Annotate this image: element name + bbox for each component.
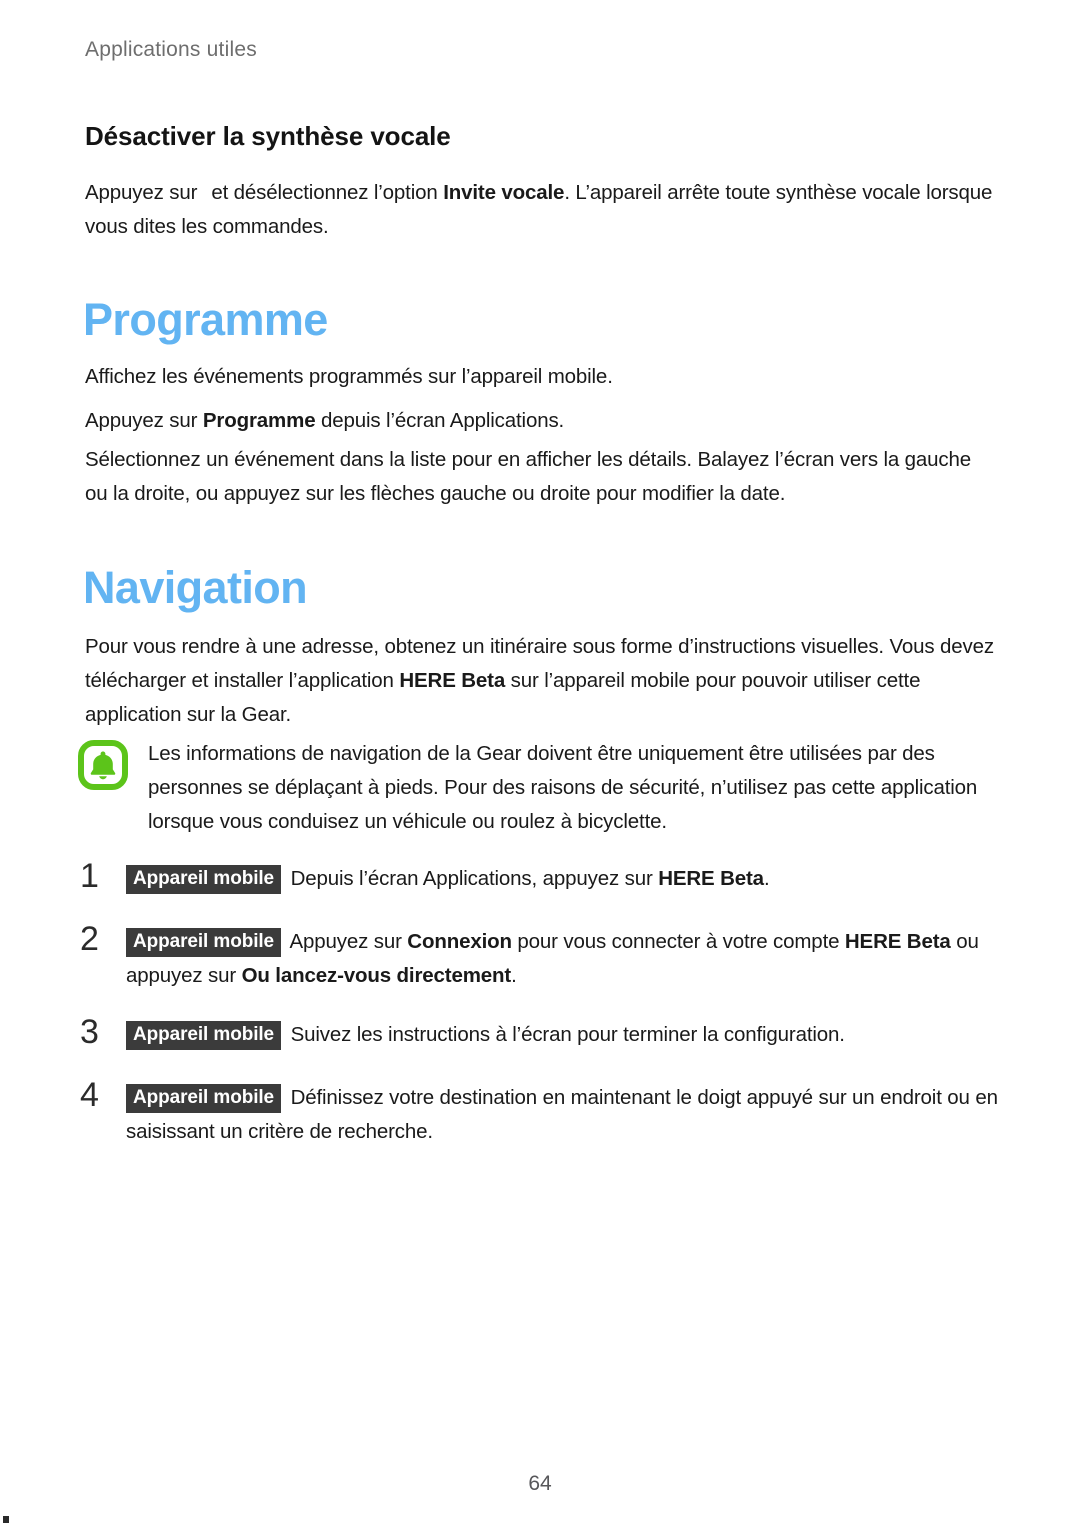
heading-disable-tts: Désactiver la synthèse vocale (85, 121, 451, 151)
heading-programme: Programme (83, 294, 328, 345)
heading-navigation: Navigation (83, 562, 308, 613)
step-body: Appareil mobile Définissez votre destina… (126, 1081, 1000, 1149)
manual-page: Applications utiles Désactiver la synthè… (0, 0, 1080, 1527)
bold-here-beta: HERE Beta (399, 669, 506, 692)
step-body: Appareil mobile Depuis l’écran Applicati… (126, 862, 1000, 896)
step-text-2: . (763, 867, 770, 890)
step-number: 4 (80, 1076, 99, 1114)
step-text-3: HERE Beta (844, 930, 951, 953)
step-text-0: Suivez les instructions à l’écran pour t… (285, 1023, 845, 1046)
page-number: 64 (528, 1472, 552, 1495)
device-badge: Appareil mobile (126, 928, 282, 957)
step-body: Appareil mobile Suivez les instructions … (126, 1018, 1000, 1052)
note-text: Les informations de navigation de la Gea… (148, 742, 978, 833)
scan-artifact (3, 1516, 9, 1523)
step-text-6: . (511, 964, 517, 987)
paragraph-programme-3: Sélectionnez un événement dans la liste … (85, 448, 972, 505)
step-text-1: Connexion (407, 930, 512, 953)
device-badge: Appareil mobile (126, 865, 282, 894)
running-header: Applications utiles (85, 38, 257, 61)
step-item: 1 Appareil mobile Depuis l’écran Applica… (80, 858, 1000, 896)
step-number: 3 (80, 1013, 99, 1051)
device-badge: Appareil mobile (126, 1084, 282, 1113)
step-number: 2 (80, 920, 99, 958)
text-part-2: depuis l’écran Applications. (315, 409, 565, 432)
step-text-2: pour vous connecter à votre compte (511, 930, 845, 953)
step-item: 4 Appareil mobile Définissez votre desti… (80, 1077, 1000, 1149)
bold-invite-vocale: Invite vocale (443, 181, 565, 204)
step-item: 3 Appareil mobile Suivez les instruction… (80, 1014, 1000, 1052)
bold-programme: Programme (202, 409, 316, 432)
step-text-5: Ou lancez-vous directement (241, 964, 512, 987)
step-text-1: HERE Beta (658, 867, 764, 890)
step-text-0: Appuyez sur (285, 930, 408, 953)
note-block: Les informations de navigation de la Gea… (78, 736, 1008, 839)
step-body: Appareil mobile Appuyez sur Connexion po… (126, 925, 1000, 993)
step-number: 1 (80, 857, 99, 895)
text-part-1: Appuyez sur (85, 409, 203, 432)
device-badge: Appareil mobile (126, 1021, 282, 1050)
text-after-icon-1: et désélectionnez l’option (211, 181, 444, 204)
paragraph-programme-1: Affichez les événements programmés sur l… (85, 365, 613, 388)
bell-notice-icon (78, 740, 128, 790)
paragraph-navigation-1: Pour vous rendre à une adresse, obtenez … (85, 630, 997, 732)
paragraph-disable-tts: Appuyez sur et désélectionnez l’option In… (85, 176, 997, 244)
text-before-icon: Appuyez sur (85, 181, 198, 204)
paragraph-programme-2: Appuyez sur Programme depuis l’écran App… (85, 404, 997, 438)
step-text-0: Depuis l’écran Applications, appuyez sur (285, 867, 659, 890)
step-item: 2 Appareil mobile Appuyez sur Connexion … (80, 921, 1000, 993)
